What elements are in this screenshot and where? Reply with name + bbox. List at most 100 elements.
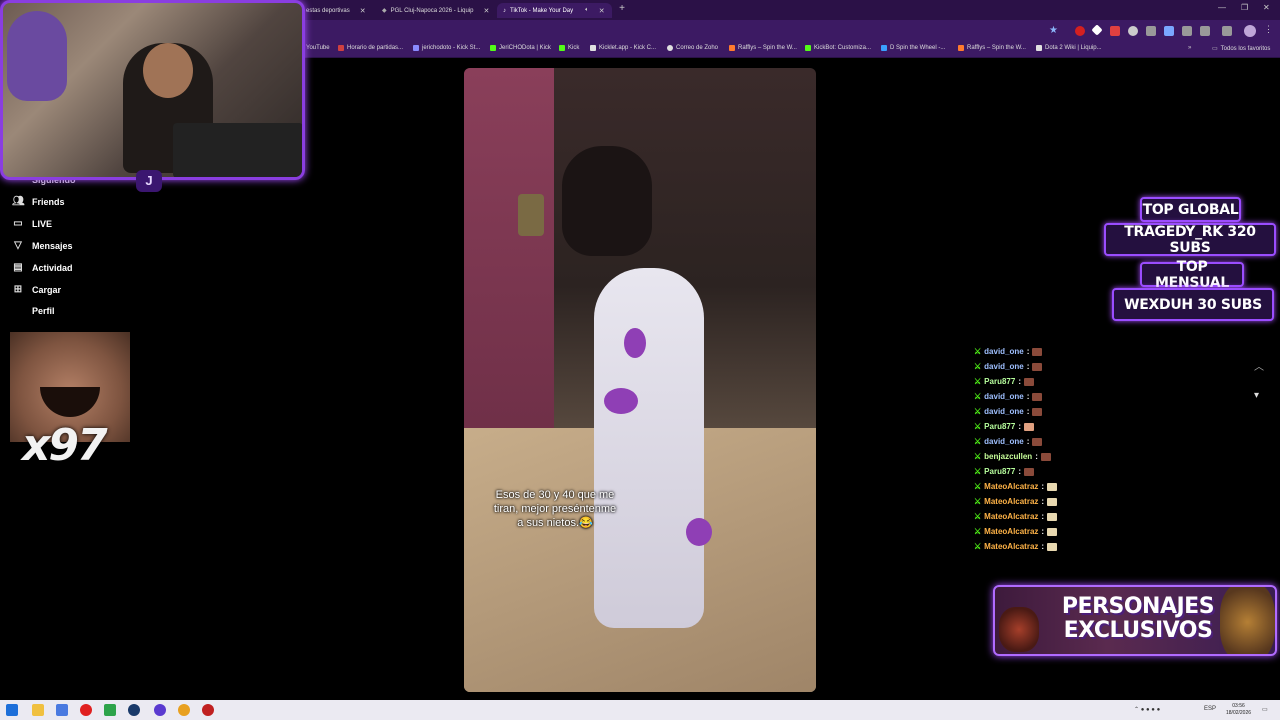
- badge-text: TRAGEDY_RK 320 SUBS: [1124, 223, 1256, 256]
- tab-tiktok[interactable]: ♪ TikTok - Make Your Day 🔈︎ ✕: [497, 3, 612, 18]
- bookmark-item[interactable]: D Spin the Wheel -...: [881, 45, 945, 51]
- chat-emote-icon: [1040, 452, 1051, 461]
- bookmark-label: Horario de partidas...: [347, 45, 404, 51]
- bookmark-item[interactable]: Rafflys – Spin the W...: [729, 45, 797, 51]
- chat-username[interactable]: MateoAlcatraz: [984, 527, 1038, 536]
- close-window-icon[interactable]: ✕: [1263, 3, 1270, 12]
- chat-username[interactable]: MateoAlcatraz: [984, 482, 1038, 491]
- bookmark-item[interactable]: Kicklet.app - Kick C...: [590, 45, 656, 51]
- plush-toy: [7, 11, 67, 101]
- chat-username[interactable]: benjazcullen: [984, 452, 1032, 461]
- chat-separator: :: [1041, 512, 1045, 521]
- bookmark-label: Rafflys – Spin the W...: [967, 45, 1026, 51]
- app-icon[interactable]: [202, 704, 214, 716]
- bookmark-item[interactable]: Correo de Zoho: [667, 45, 718, 51]
- sidebar-item-activity[interactable]: ▤ Actividad: [12, 262, 72, 273]
- chrome-icon[interactable]: [178, 704, 190, 716]
- clock-time: 03:56: [1232, 703, 1245, 709]
- chat-separator: :: [1041, 497, 1045, 506]
- bookmark-icon: [805, 45, 811, 51]
- more-bookmarks-icon[interactable]: »: [1188, 45, 1191, 51]
- tab-stats[interactable]: estas deportivas ✕: [300, 3, 375, 18]
- tiktok-video[interactable]: [464, 68, 816, 692]
- bookmark-item[interactable]: Rafflys – Spin the W...: [958, 45, 1026, 51]
- close-icon[interactable]: ✕: [483, 7, 489, 15]
- opera-icon[interactable]: [80, 704, 92, 716]
- folder-icon: ▭: [1212, 46, 1218, 52]
- tab-pgl[interactable]: ◆ PGL Cluj-Napoca 2026 - Liquip ✕: [376, 3, 492, 18]
- maximize-icon[interactable]: ❐: [1241, 3, 1248, 12]
- file-explorer-icon[interactable]: [32, 704, 44, 716]
- bookmark-icon: [559, 45, 565, 51]
- chat-username[interactable]: david_one: [984, 347, 1024, 356]
- clock[interactable]: 03:56 18/02/2026: [1226, 703, 1251, 717]
- bookmark-item[interactable]: Horario de partidas...: [338, 45, 403, 51]
- extension-icon[interactable]: [1164, 26, 1174, 36]
- chat-username[interactable]: david_one: [984, 392, 1024, 401]
- chat-separator: :: [1018, 467, 1021, 476]
- profile-avatar[interactable]: [1244, 25, 1256, 37]
- tray-icons[interactable]: ⌃ ● ● ● ●: [1134, 706, 1160, 713]
- bookmark-label: D Spin the Wheel -...: [890, 45, 946, 51]
- close-icon[interactable]: ✕: [599, 7, 605, 15]
- bookmark-label: YouTube: [306, 45, 330, 51]
- sword-badge-icon: ⚔: [974, 512, 982, 521]
- chevron-down-icon[interactable]: ▾: [1254, 390, 1259, 401]
- speaker-icon[interactable]: 🔈︎: [585, 7, 589, 14]
- steam-icon[interactable]: [128, 704, 140, 716]
- sidebar-panel-icon[interactable]: [1222, 26, 1232, 36]
- extension-icon[interactable]: [1110, 26, 1120, 36]
- start-icon[interactable]: [6, 704, 18, 716]
- app-icon[interactable]: [56, 704, 68, 716]
- close-icon[interactable]: ✕: [360, 7, 366, 15]
- app-icon[interactable]: [154, 704, 166, 716]
- top-global-title: TOP GLOBAL: [1140, 197, 1241, 222]
- bookmark-icon: [729, 45, 735, 51]
- chat-username[interactable]: Paru877: [984, 377, 1015, 386]
- app-icon[interactable]: [104, 704, 116, 716]
- extension-icon[interactable]: [1091, 24, 1103, 36]
- bookmark-item[interactable]: JeriCHODota | Kick: [490, 45, 551, 51]
- sidebar-item-messages[interactable]: ▽ Mensajes: [12, 240, 72, 251]
- bookmark-item[interactable]: Dota 2 Wiki | Liquip...: [1036, 45, 1102, 51]
- new-tab-button[interactable]: +: [616, 3, 628, 14]
- badge-text: TOP GLOBAL: [1142, 201, 1239, 218]
- chat-username[interactable]: Paru877: [984, 467, 1015, 476]
- bookmark-star-icon[interactable]: ★: [1049, 25, 1058, 36]
- sidebar-item-friends[interactable]: 👥︎ Friends: [12, 196, 65, 207]
- menu-icon[interactable]: ⋮: [1264, 24, 1274, 34]
- chat-username[interactable]: MateoAlcatraz: [984, 542, 1038, 551]
- chat-username[interactable]: david_one: [984, 437, 1024, 446]
- chat-username[interactable]: david_one: [984, 407, 1024, 416]
- sidebar-item-live[interactable]: ▭ LIVE: [12, 218, 52, 229]
- bookmark-item[interactable]: KickBot: Customiza...: [805, 45, 871, 51]
- bookmark-item[interactable]: Kick: [559, 45, 579, 51]
- chat-username[interactable]: david_one: [984, 362, 1024, 371]
- chat-emote-icon: [1047, 497, 1058, 506]
- sidebar-item-upload[interactable]: ⊞ Cargar: [12, 284, 61, 295]
- chat-username[interactable]: MateoAlcatraz: [984, 512, 1038, 521]
- bookmark-item[interactable]: YouTube: [306, 45, 330, 51]
- chat-message: ⚔ benjazcullen:: [974, 452, 1051, 461]
- all-bookmarks-folder[interactable]: ▭ Todos los favoritos: [1212, 45, 1270, 53]
- notification-icon[interactable]: ▭: [1262, 706, 1268, 713]
- chat-emote-icon: [1047, 542, 1058, 551]
- emote-combo-overlay: x97: [10, 332, 130, 471]
- upload-icon: ⊞: [13, 284, 23, 295]
- sword-badge-icon: ⚔: [974, 377, 982, 386]
- extension-icon[interactable]: [1182, 26, 1192, 36]
- extension-icon[interactable]: [1075, 26, 1085, 36]
- chat-emote-icon: [1032, 347, 1043, 356]
- extension-icon[interactable]: [1128, 26, 1138, 36]
- sidebar-item-profile[interactable]: Perfil: [12, 306, 55, 316]
- chevron-up-icon[interactable]: ︿: [1254, 358, 1264, 373]
- language-indicator[interactable]: ESP: [1204, 706, 1216, 712]
- puzzle-icon[interactable]: [1200, 26, 1210, 36]
- chat-username[interactable]: Paru877: [984, 422, 1015, 431]
- clock-date: 18/02/2026: [1226, 710, 1252, 716]
- minimize-icon[interactable]: —: [1218, 3, 1226, 12]
- extension-icon[interactable]: [1146, 26, 1156, 36]
- bookmark-item[interactable]: jerichodoto - Kick St...: [413, 45, 480, 51]
- chat-username[interactable]: MateoAlcatraz: [984, 497, 1038, 506]
- sword-badge-icon: ⚔: [974, 362, 982, 371]
